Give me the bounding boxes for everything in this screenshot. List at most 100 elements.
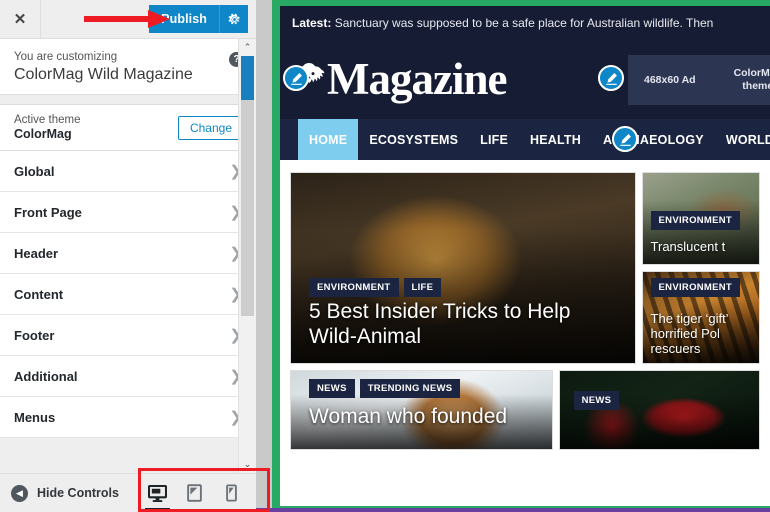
customizer-panel-list: Global ❯ Front Page ❯ Header ❯ Content ❯… (0, 151, 256, 438)
side-post-categories: ENVIRONMENT (650, 278, 741, 297)
site-navigation: HOME ECOSYSTEMS LIFE HEALTH ARCHAEOLOGY … (280, 119, 770, 160)
panel-label: Footer (14, 327, 55, 343)
pencil-icon (290, 72, 302, 85)
side-post-card[interactable]: ENVIRONMENT The tiger ‘gift’ horrified P… (641, 271, 760, 364)
sidebar-item-global[interactable]: Global ❯ (0, 151, 256, 192)
nav-item-world[interactable]: WORLD (715, 119, 770, 160)
customizer-screen: ✕ Publish You are customizing ColorMag W… (0, 0, 770, 512)
publish-group: Publish (149, 5, 248, 33)
bottom-post-card[interactable]: NEWS (558, 370, 760, 450)
publish-button[interactable]: Publish (149, 5, 219, 33)
ad-theme-label: ColorMag theme (734, 67, 770, 93)
nav-item-health[interactable]: HEALTH (519, 119, 592, 160)
site-logo-text: Magazine (327, 53, 507, 104)
change-theme-button[interactable]: Change (177, 115, 244, 140)
customizer-sidebar: ✕ Publish You are customizing ColorMag W… (0, 0, 257, 512)
edit-title-pin[interactable] (598, 65, 624, 91)
image-overlay (642, 200, 759, 264)
mobile-icon (226, 484, 237, 502)
panel-label: Menus (14, 409, 56, 425)
site-preview-pane: Latest: Sanctuary was supposed to be a s… (256, 0, 770, 512)
ad-theme-line2: theme (742, 80, 770, 92)
active-theme-label: Active theme (14, 114, 81, 126)
category-badge[interactable]: NEWS (573, 391, 620, 410)
active-theme-text: Active theme ColorMag (14, 113, 178, 142)
featured-post-title[interactable]: 5 Best Insider Tricks to Help Wild-Anima… (309, 299, 609, 349)
bottom-post-categories: NEWS (573, 391, 620, 410)
side-post-title[interactable]: The tiger ‘gift’ horrified Pol rescuers (651, 311, 759, 356)
panel-divider (0, 95, 256, 104)
edit-menu-pin[interactable] (612, 126, 638, 152)
category-badge[interactable]: ENVIRONMENT (650, 211, 741, 230)
chevron-left-circle-icon: ◀ (11, 484, 28, 502)
category-badge[interactable]: ENVIRONMENT (650, 278, 741, 297)
pencil-icon (605, 72, 617, 85)
nav-item-ecosystems[interactable]: ECOSYSTEMS (358, 119, 469, 160)
hide-controls-button[interactable]: ◀ Hide Controls (0, 484, 139, 502)
site-content-area: ENVIRONMENT LIFE 5 Best Insider Tricks t… (280, 160, 770, 506)
sidebar-item-front-page[interactable]: Front Page ❯ (0, 192, 256, 233)
site-ticker-bar: Latest: Sanctuary was supposed to be a s… (280, 6, 770, 39)
header-ad-banner[interactable]: 468x60 Ad ColorMag theme (628, 55, 770, 105)
preview-bottom-edge (256, 508, 770, 512)
panel-label: Header (14, 245, 59, 261)
edit-logo-pin[interactable] (283, 65, 309, 91)
side-post-column: ENVIRONMENT Translucent t ENVIRONMENT Th… (641, 172, 760, 364)
side-post-card[interactable]: ENVIRONMENT Translucent t (641, 172, 760, 265)
sidebar-item-content[interactable]: Content ❯ (0, 274, 256, 315)
device-desktop-button[interactable] (139, 474, 176, 512)
bottom-post-grid: NEWS TRENDING NEWS Woman who founded NEW… (280, 364, 770, 450)
panel-label: Global (14, 163, 55, 179)
scrollbar-track[interactable] (239, 56, 256, 456)
publish-settings-button[interactable] (219, 5, 248, 33)
desktop-icon (148, 484, 167, 502)
customizer-footer: ◀ Hide Controls (0, 473, 256, 512)
ticker-prefix: Latest: (292, 15, 332, 30)
bottom-post-title[interactable]: Woman who founded (309, 405, 507, 429)
sidebar-item-additional[interactable]: Additional ❯ (0, 356, 256, 397)
active-theme-box: Active theme ColorMag Change (0, 104, 256, 151)
hide-controls-label: Hide Controls (37, 486, 119, 500)
sidebar-item-footer[interactable]: Footer ❯ (0, 315, 256, 356)
category-badge[interactable]: TRENDING NEWS (359, 379, 461, 398)
device-tablet-button[interactable] (176, 474, 213, 512)
nav-item-home[interactable]: HOME (298, 119, 359, 160)
scrollbar-thumb-highlight[interactable] (241, 56, 254, 100)
category-badge[interactable]: NEWS (309, 379, 355, 398)
featured-post-card[interactable]: ENVIRONMENT LIFE 5 Best Insider Tricks t… (290, 172, 636, 364)
customizing-label: You are customizing (14, 51, 118, 63)
panel-label: Content (14, 286, 64, 302)
previewed-site: Latest: Sanctuary was supposed to be a s… (280, 6, 770, 506)
ticker-headline: Sanctuary was supposed to be a safe plac… (334, 15, 714, 30)
customizing-title-box: You are customizing ColorMag Wild Magazi… (0, 39, 256, 95)
active-theme-name: ColorMag (14, 127, 72, 141)
site-logo[interactable]: Magazine (292, 53, 507, 104)
ad-theme-line1: ColorMag (733, 67, 770, 79)
gear-icon (228, 13, 240, 24)
panel-label: Additional (14, 368, 78, 384)
featured-post-categories: ENVIRONMENT LIFE (309, 278, 442, 297)
device-preview-group (139, 474, 256, 512)
ticker-text: Latest: Sanctuary was supposed to be a s… (292, 16, 713, 30)
tablet-icon (187, 484, 202, 502)
side-post-title[interactable]: Translucent t (651, 239, 726, 254)
side-post-categories: ENVIRONMENT (650, 211, 741, 230)
sidebar-scrollbar[interactable]: ⌃ ⌄ (238, 39, 256, 473)
sidebar-item-header[interactable]: Header ❯ (0, 233, 256, 274)
site-branding-row: Magazine 468x60 Ad ColorMag theme (280, 39, 770, 119)
close-customizer-button[interactable]: ✕ (0, 0, 41, 38)
scroll-down-button[interactable]: ⌄ (239, 456, 256, 473)
close-icon: ✕ (13, 11, 27, 28)
sidebar-item-menus[interactable]: Menus ❯ (0, 397, 256, 438)
site-title: ColorMag Wild Magazine (14, 66, 193, 83)
scroll-up-button[interactable]: ⌃ (239, 39, 256, 56)
category-badge[interactable]: LIFE (403, 278, 442, 297)
bottom-post-card[interactable]: NEWS TRENDING NEWS Woman who founded (290, 370, 553, 450)
nav-item-archaeology[interactable]: ARCHAEOLOGY (592, 119, 715, 160)
pencil-icon (619, 133, 631, 146)
category-badge[interactable]: ENVIRONMENT (309, 278, 399, 297)
panel-label: Front Page (14, 204, 82, 220)
bottom-post-categories: NEWS TRENDING NEWS (309, 379, 461, 398)
device-mobile-button[interactable] (213, 474, 250, 512)
nav-item-life[interactable]: LIFE (469, 119, 519, 160)
